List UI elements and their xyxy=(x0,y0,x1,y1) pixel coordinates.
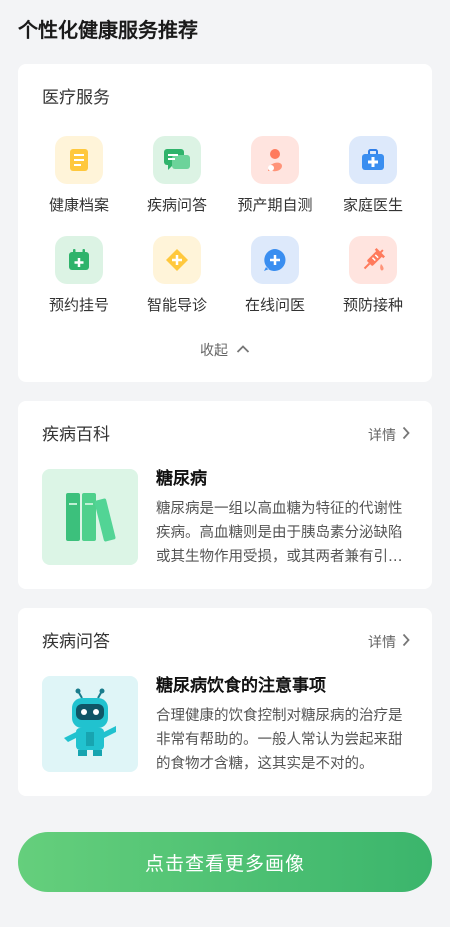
chevron-right-icon xyxy=(402,426,410,444)
article-summary: 糖尿病是一组以高血糖为特征的代谢性疾病。高血糖则是由于胰岛素分泌缺陷或其生物作用… xyxy=(156,501,403,565)
vaccine-icon xyxy=(349,236,397,284)
service-label: 预约挂号 xyxy=(48,296,109,314)
health-record-icon xyxy=(55,136,103,184)
service-due-date[interactable]: 预产期自测 xyxy=(226,136,324,216)
service-smart-guide[interactable]: 智能导诊 xyxy=(128,236,226,316)
service-disease-qa[interactable]: 疾病问答 xyxy=(128,136,226,216)
disease-qa-icon xyxy=(153,136,201,184)
view-more-profiles-button[interactable]: 点击查看更多画像 xyxy=(18,832,432,892)
service-label: 智能导诊 xyxy=(146,296,207,314)
chevron-up-icon xyxy=(236,342,250,358)
detail-label: 详情 xyxy=(368,428,396,444)
chevron-right-icon xyxy=(402,633,410,651)
service-label: 在线问医 xyxy=(244,296,305,314)
article-summary: 合理健康的饮食控制对糖尿病的治疗是非常有帮助的。一般人常认为尝起来甜的食物才含糖… xyxy=(156,708,403,772)
detail-label: 详情 xyxy=(368,635,396,651)
service-label: 健康档案 xyxy=(48,196,109,214)
collapse-label: 收起 xyxy=(200,343,228,359)
smart-guide-icon xyxy=(153,236,201,284)
appointment-icon xyxy=(55,236,103,284)
due-date-icon xyxy=(251,136,299,184)
section-title: 疾病百科 xyxy=(42,425,110,445)
disease-qa-card: 疾病问答 详情 糖尿病饮食的注意事项 合理健康的饮食控制对糖尿病的治疗是非常有帮… xyxy=(18,608,432,796)
detail-link[interactable]: 详情 xyxy=(368,425,410,445)
disease-encyclopedia-card: 疾病百科 详情 糖尿病 糖尿病是一组以高血糖为特征的代谢性疾病。高血糖则是由于胰… xyxy=(18,401,432,589)
section-title: 医疗服务 xyxy=(42,88,110,108)
detail-link[interactable]: 详情 xyxy=(368,632,410,652)
article-title[interactable]: 糖尿病饮食的注意事项 xyxy=(156,674,326,698)
section-title: 疾病问答 xyxy=(42,632,110,652)
online-consult-icon xyxy=(251,236,299,284)
service-vaccine[interactable]: 预防接种 xyxy=(324,236,422,316)
services-grid: 健康档案 疾病问答 预产期自测 家庭医生 预约挂号 智能导诊 在线问医 预防接种 xyxy=(30,136,422,316)
service-appointment[interactable]: 预约挂号 xyxy=(30,236,128,316)
service-online-consult[interactable]: 在线问医 xyxy=(226,236,324,316)
service-label: 预产期自测 xyxy=(237,196,313,214)
page-title: 个性化健康服务推荐 xyxy=(18,18,198,42)
service-health-record[interactable]: 健康档案 xyxy=(30,136,128,216)
service-label: 家庭医生 xyxy=(342,196,403,214)
medical-services-card: 医疗服务 健康档案 疾病问答 预产期自测 家庭医生 预约挂号 智能导诊 在线问医… xyxy=(18,64,432,382)
family-doctor-icon xyxy=(349,136,397,184)
article-title[interactable]: 糖尿病 xyxy=(156,467,207,491)
books-thumbnail-icon[interactable] xyxy=(42,469,138,565)
collapse-button[interactable]: 收起 xyxy=(18,340,432,360)
service-label: 预防接种 xyxy=(342,296,403,314)
service-family-doctor[interactable]: 家庭医生 xyxy=(324,136,422,216)
robot-mascot-icon[interactable] xyxy=(42,676,138,772)
service-label: 疾病问答 xyxy=(146,196,207,214)
